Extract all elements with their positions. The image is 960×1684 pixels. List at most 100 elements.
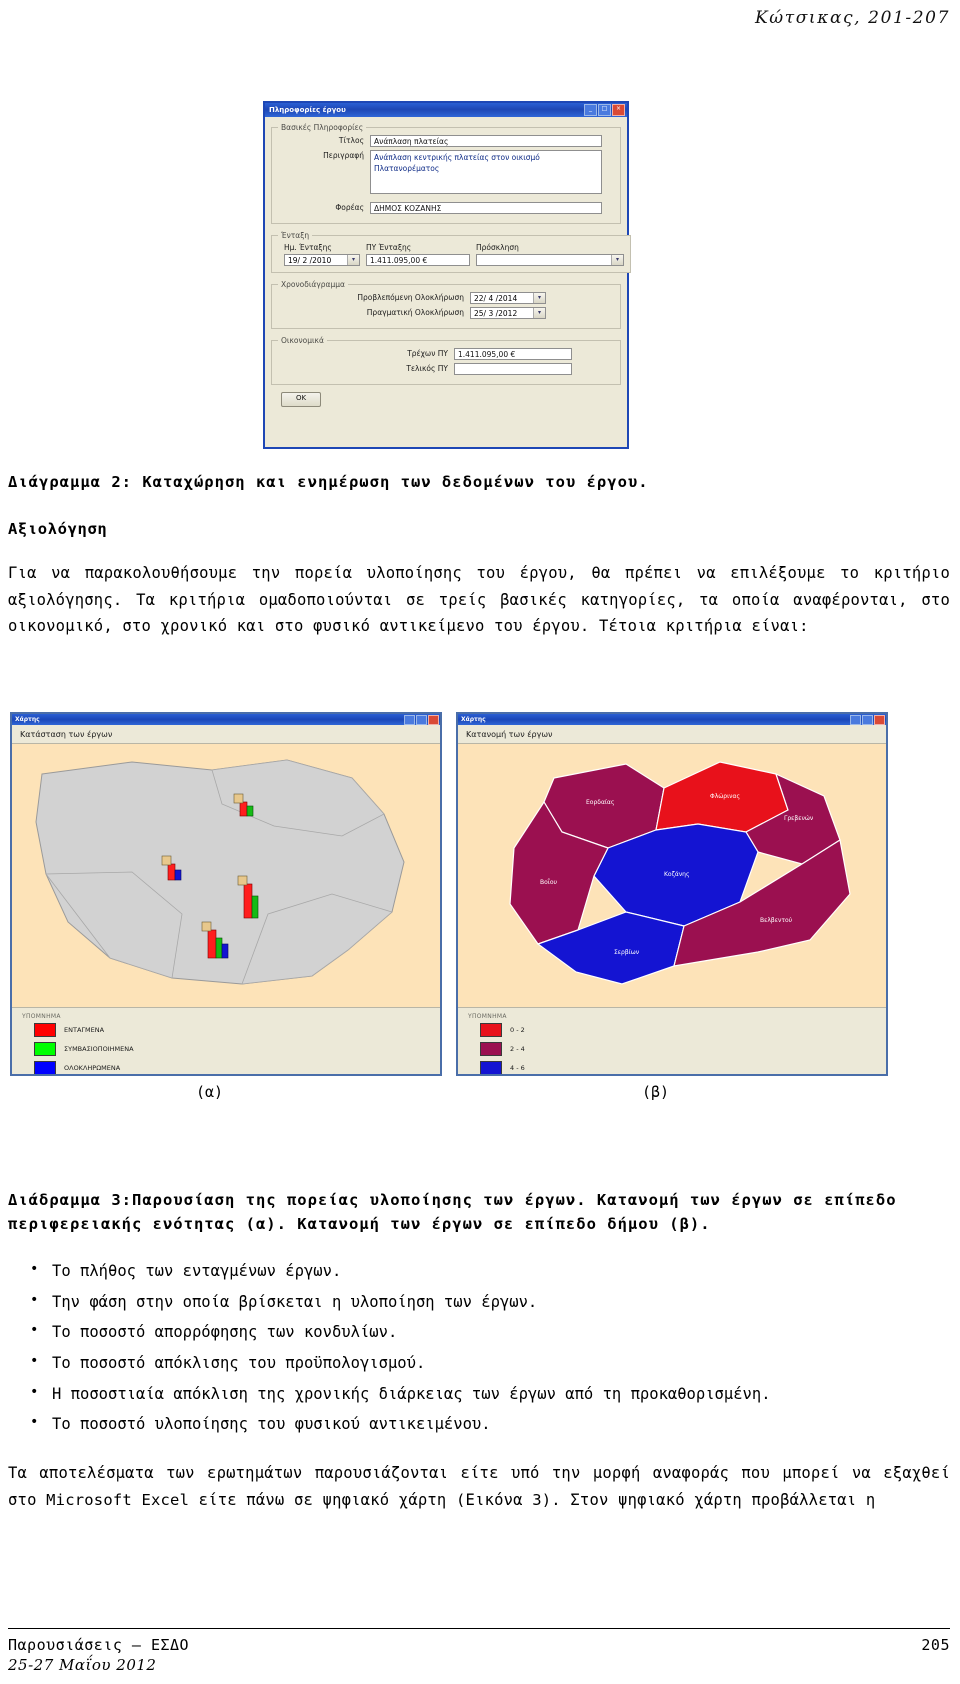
field-row-planned-completion: Προβλεπόμενη Ολοκλήρωση 22/ 4 /2014 ▾ — [278, 292, 614, 304]
label-entry-budget: ΠΥ Ένταξης — [366, 243, 412, 252]
map-left-graphic — [12, 744, 440, 1007]
column-entry-date: Ημ. Ένταξης 19/ 2 /2010 ▾ — [284, 243, 360, 266]
dialog-titlebar: Πληροφορίες έργου _ □ × — [265, 103, 627, 117]
label-planned-completion: Προβλεπόμενη Ολοκλήρωση — [357, 293, 464, 302]
input-invitation[interactable]: ▾ — [476, 254, 624, 266]
map-right-canvas[interactable]: Εορδαίας Φλώρινας Γρεβενών Κοζάνης Βοΐου… — [458, 743, 886, 1007]
invitation-value — [477, 255, 611, 265]
input-description[interactable]: Ανάπλαση κεντρικής πλατείας στον οικισμό… — [370, 150, 602, 194]
close-icon[interactable] — [874, 714, 885, 725]
field-row-title: Τίτλος Ανάπλαση πλατείας — [278, 135, 614, 147]
legend-swatch-4-6 — [480, 1061, 502, 1074]
window-controls: _ □ × — [584, 104, 625, 116]
paragraph-results: Τα αποτελέσματα των ερωτημάτων παρουσιάζ… — [8, 1463, 950, 1509]
group-entaxi: Ένταξη Ημ. Ένταξης 19/ 2 /2010 ▾ ΠΥ Έντα… — [271, 231, 631, 273]
page-body-top: Διάγραμμα 2: Καταχώρηση και ενημέρωση τω… — [8, 470, 950, 640]
chevron-down-icon[interactable]: ▾ — [533, 308, 545, 318]
footer-page-number: 205 — [921, 1636, 950, 1654]
minimize-icon[interactable]: _ — [584, 104, 597, 116]
chevron-down-icon[interactable]: ▾ — [347, 255, 359, 265]
map-window-distribution: Χάρτης Κατανομή των έργων Εορδαίας Φλώρι… — [456, 712, 888, 1076]
section-heading-evaluation: Αξιολόγηση — [8, 520, 108, 539]
map-left-legend: ΥΠΟΜΝΗΜΑ ΕΝΤΑΓΜΕΝΑ ΣΥΜΒΑΣΙΟΠΟΙΗΜΕΝΑ ΟΛΟΚ… — [12, 1007, 440, 1074]
column-entry-budget: ΠΥ Ένταξης 1.411.095,00 € — [366, 243, 470, 266]
map-left-tab[interactable]: Κατάσταση των έργων — [12, 725, 440, 743]
criteria-list: Το πλήθος των ενταγμένων έργων. Την φάση… — [8, 1257, 950, 1438]
maximize-icon[interactable] — [862, 714, 873, 725]
legend-item: 4 - 6 — [480, 1061, 886, 1074]
figure3-caption: Διάδραμμα 3:Παρουσίαση της πορείας υλοπο… — [8, 1191, 897, 1234]
footer-date: 25-27 Μαΐου 2012 — [8, 1656, 157, 1674]
group-schedule: Χρονοδιάγραμμα Προβλεπόμενη Ολοκλήρωση 2… — [271, 280, 621, 329]
region-label: Κοζάνης — [664, 871, 690, 878]
legend-item: ΕΝΤΑΓΜΕΝΑ — [34, 1023, 440, 1037]
input-actual-completion[interactable]: 25/ 3 /2012 ▾ — [470, 307, 546, 319]
map-right-tab[interactable]: Κατανομή των έργων — [458, 725, 886, 743]
legend-label-0-2: 0 - 2 — [510, 1026, 525, 1034]
input-title[interactable]: Ανάπλαση πλατείας — [370, 135, 602, 147]
map-right-graphic: Εορδαίας Φλώρινας Γρεβενών Κοζάνης Βοΐου… — [458, 744, 886, 1007]
maximize-icon[interactable]: □ — [598, 104, 611, 116]
label-current-budget: Τρέχων ΠΥ — [407, 349, 448, 358]
planned-completion-value: 22/ 4 /2014 — [474, 294, 518, 303]
legend-label-entagmena: ΕΝΤΑΓΜΕΝΑ — [64, 1026, 105, 1034]
input-organization[interactable]: ΔΗΜΟΣ ΚΟΖΑΝΗΣ — [370, 202, 602, 214]
chevron-down-icon[interactable]: ▾ — [533, 293, 545, 303]
map-right-titlebar: Χάρτης — [458, 714, 886, 725]
chevron-down-icon[interactable]: ▾ — [611, 255, 623, 265]
legend-item: ΟΛΟΚΛΗΡΩΜΕΝΑ — [34, 1061, 440, 1074]
figure2-caption: Διάγραμμα 2: Καταχώρηση και ενημέρωση τω… — [8, 473, 649, 491]
minimize-icon[interactable] — [850, 714, 861, 725]
map-left-title: Χάρτης — [15, 716, 40, 723]
group-financial-legend: Οικονομικά — [281, 336, 324, 345]
input-entry-budget[interactable]: 1.411.095,00 € — [366, 254, 470, 266]
close-icon[interactable] — [428, 714, 439, 725]
dialog-title: Πληροφορίες έργου — [269, 106, 346, 114]
list-item: Το ποσοστό απορρόφησης των κονδυλίων. — [8, 1318, 950, 1346]
legend-label-2-4: 2 - 4 — [510, 1045, 525, 1053]
group-schedule-legend: Χρονοδιάγραμμα — [281, 280, 345, 289]
field-row-actual-completion: Πραγματική Ολοκλήρωση 25/ 3 /2012 ▾ — [278, 307, 614, 319]
label-final-budget: Τελικός ΠΥ — [406, 364, 448, 373]
legend-swatch-oloklirwmena — [34, 1061, 56, 1074]
input-planned-completion[interactable]: 22/ 4 /2014 ▾ — [470, 292, 546, 304]
legend-label-symvasiopoiimena: ΣΥΜΒΑΣΙΟΠΟΙΗΜΕΝΑ — [64, 1045, 134, 1053]
region-label: Εορδαίας — [586, 799, 614, 806]
input-current-budget[interactable]: 1.411.095,00 € — [454, 348, 572, 360]
legend-swatch-symvasiopoiimena — [34, 1042, 56, 1056]
legend-item: 2 - 4 — [480, 1042, 886, 1056]
legend-swatch-2-4 — [480, 1042, 502, 1056]
input-entry-date[interactable]: 19/ 2 /2010 ▾ — [284, 254, 360, 266]
ok-button[interactable]: OK — [281, 392, 321, 407]
figure3-sublabel-b: (β) — [642, 1083, 670, 1101]
region-label: Γρεβενών — [784, 815, 814, 822]
group-entaxi-legend: Ένταξη — [281, 231, 310, 240]
region-label: Βελβεντού — [760, 917, 793, 924]
page-footer: Παρουσιάσεις – ΕΣΔΟ 205 25-27 Μαΐου 2012 — [8, 1636, 950, 1674]
legend-swatch-0-2 — [480, 1023, 502, 1037]
label-title: Τίτλος — [338, 136, 364, 145]
page-body-bottom: Διάδραμμα 3:Παρουσίαση της πορείας υλοπο… — [8, 1188, 950, 1513]
paragraph-intro: Για να παρακολουθήσουμε την πορεία υλοπο… — [8, 564, 950, 636]
entry-date-value: 19/ 2 /2010 — [288, 256, 332, 265]
figure3-sublabel-a: (α) — [196, 1083, 224, 1101]
list-item: Το ποσοστό υλοποίησης του φυσικού αντικε… — [8, 1410, 950, 1438]
map-right-legend: ΥΠΟΜΝΗΜΑ 0 - 2 2 - 4 4 - 6 — [458, 1007, 886, 1074]
map-left-titlebar: Χάρτης — [12, 714, 440, 725]
field-row-current-budget: Τρέχων ΠΥ 1.411.095,00 € — [278, 348, 614, 360]
close-icon[interactable]: × — [612, 104, 625, 116]
group-financial: Οικονομικά Τρέχων ΠΥ 1.411.095,00 € Τελι… — [271, 336, 621, 385]
legend-label-oloklirwmena: ΟΛΟΚΛΗΡΩΜΕΝΑ — [64, 1064, 121, 1072]
legend-item: 0 - 2 — [480, 1023, 886, 1037]
map-right-title: Χάρτης — [461, 716, 486, 723]
label-actual-completion: Πραγματική Ολοκλήρωση — [366, 308, 464, 317]
minimize-icon[interactable] — [404, 714, 415, 725]
dialog-client-area: Βασικές Πληροφορίες Τίτλος Ανάπλαση πλατ… — [265, 117, 631, 407]
input-final-budget[interactable] — [454, 363, 572, 375]
footer-left-text: Παρουσιάσεις – ΕΣΔΟ — [8, 1636, 190, 1654]
region-label: Βοΐου — [540, 878, 557, 886]
legend-item: ΣΥΜΒΑΣΙΟΠΟΙΗΜΕΝΑ — [34, 1042, 440, 1056]
map-right-legend-title: ΥΠΟΜΝΗΜΑ — [468, 1013, 507, 1020]
maximize-icon[interactable] — [416, 714, 427, 725]
map-left-canvas[interactable] — [12, 743, 440, 1007]
